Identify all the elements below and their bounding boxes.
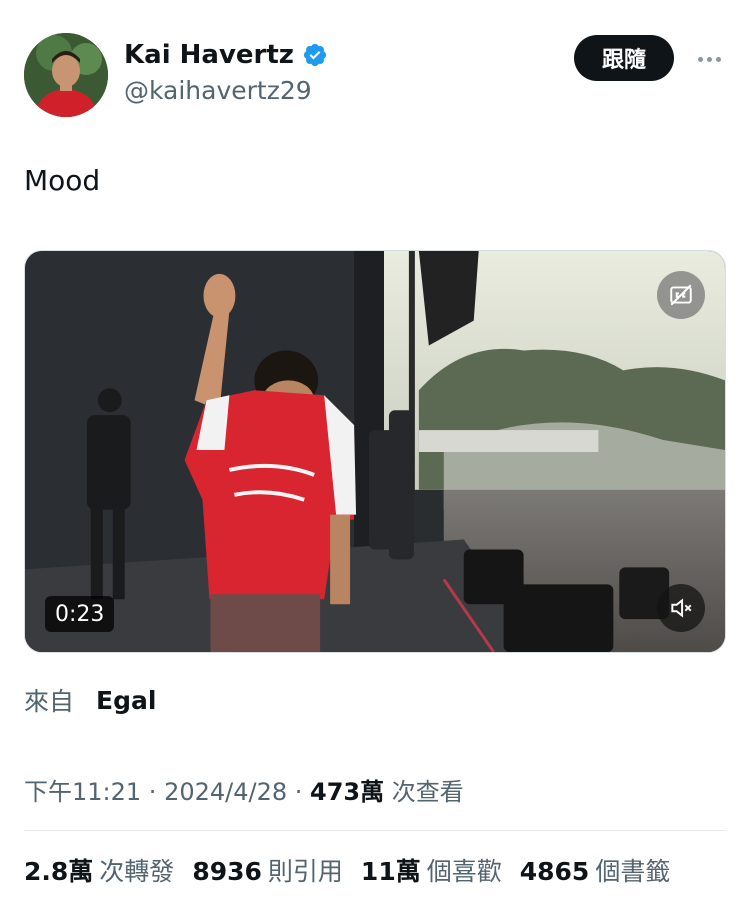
engagement-stats: 2.8萬 次轉發 8936 則引用 11萬 個喜歡 4865 個書籤 (24, 852, 670, 888)
author-name-row: Kai Havertz (124, 40, 328, 70)
bookmarks-label: 個書籤 (595, 857, 671, 886)
ellipsis-icon[interactable] (692, 44, 726, 74)
follow-button[interactable]: 跟隨 (574, 35, 674, 81)
tweet-text: Mood (24, 164, 101, 197)
avatar[interactable] (24, 33, 108, 117)
retweets-stat[interactable]: 2.8萬 次轉發 (24, 852, 174, 888)
meta-separator: · (141, 778, 165, 806)
video-player[interactable]: 0:23 (24, 250, 726, 653)
views-label: 次查看 (384, 778, 464, 806)
author-name[interactable]: Kai Havertz (124, 40, 294, 70)
tweet-time[interactable]: 下午11:21 (24, 778, 141, 806)
verified-badge-icon (302, 42, 328, 68)
source-label: 來自 (24, 687, 75, 716)
video-duration: 0:23 (45, 596, 115, 632)
meta-separator: · (287, 778, 311, 806)
author-handle[interactable]: @kaihavertz29 (124, 76, 312, 105)
retweets-label: 次轉發 (99, 857, 175, 886)
divider (24, 830, 726, 831)
video-frame (25, 251, 725, 652)
tweet-date[interactable]: 2024/4/28 (164, 778, 287, 806)
likes-count: 11萬 (360, 857, 421, 886)
views-count: 473萬 (310, 778, 385, 806)
retweets-count: 2.8萬 (24, 857, 94, 886)
captions-off-icon[interactable] (657, 271, 705, 319)
quotes-count: 8936 (192, 857, 262, 886)
tweet-meta: 下午11:21 · 2024/4/28 · 473萬 次查看 (24, 772, 464, 807)
bookmarks-stat[interactable]: 4865 個書籤 (520, 852, 671, 888)
profile-photo (24, 33, 108, 117)
quotes-label: 則引用 (267, 857, 343, 886)
likes-label: 個喜歡 (426, 857, 502, 886)
source-name[interactable]: Egal (96, 686, 156, 715)
bookmarks-count: 4865 (519, 857, 590, 886)
source-row: 來自 Egal (24, 682, 156, 718)
quotes-stat[interactable]: 8936 則引用 (192, 852, 343, 888)
volume-muted-icon[interactable] (657, 584, 705, 632)
likes-stat[interactable]: 11萬 個喜歡 (361, 852, 502, 888)
